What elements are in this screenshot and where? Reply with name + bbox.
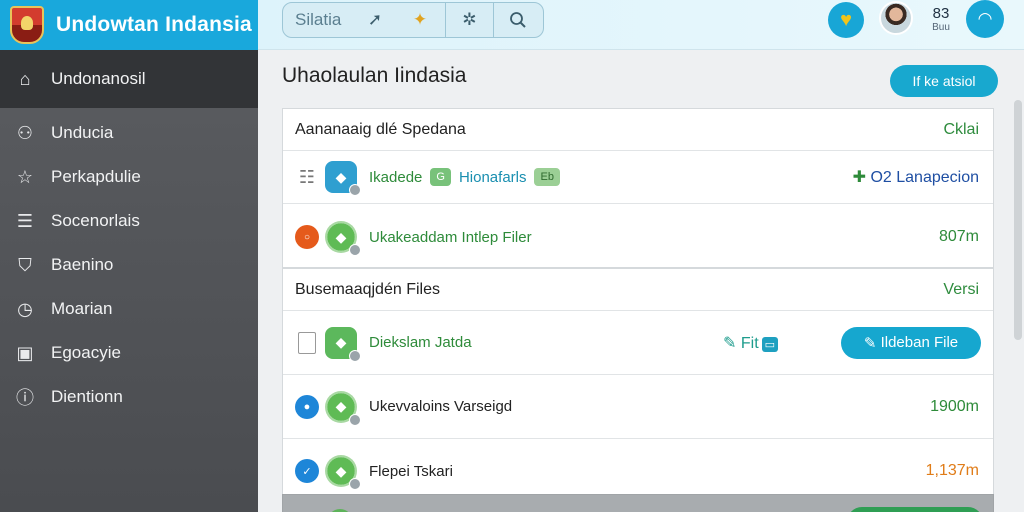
- section-panel-2: Busemaaqjdén Files Versi ◆ Diekslam Jatd…: [282, 268, 994, 512]
- section-header: Busemaaqjdén Files Versi: [283, 269, 993, 311]
- crest-logo-icon: [10, 6, 44, 44]
- app-icon: ◆: [325, 390, 361, 426]
- document-icon: ☷: [298, 166, 316, 187]
- row-status-text: O2 Lanapecion: [870, 169, 979, 186]
- sidebar-item-moarian[interactable]: ◷ Moarian: [0, 287, 258, 331]
- home-icon: ⌂: [19, 68, 31, 89]
- user-count: 83: [932, 5, 950, 22]
- arrow-icon[interactable]: ➚: [355, 3, 395, 37]
- sidebar: ⌂ Undonanosil ⚇ Unducia ☆ Perkapdulie ☰ …: [0, 50, 258, 512]
- sidebar-item-egoacyie[interactable]: ▣ Egoacyie: [0, 331, 258, 375]
- app-title: Undowtan Indansia: [56, 13, 252, 36]
- badge-icon: [349, 413, 361, 426]
- top-action-button[interactable]: If ke atsiol: [890, 65, 998, 97]
- search-input[interactable]: Silatia: [283, 10, 355, 30]
- fit-label: Fit: [740, 334, 759, 352]
- badge-icon: [349, 244, 361, 256]
- status-dot-icon: ○: [295, 225, 319, 249]
- badge-icon: [349, 349, 361, 362]
- row-size: 807m: [938, 228, 979, 245]
- section-header: Aananaaig dlé Spedana Cklai: [283, 109, 993, 151]
- sidebar-item-baenino[interactable]: ⛉ Baenino: [0, 243, 258, 287]
- upload-file-button[interactable]: ✎ Ildeban File: [841, 326, 981, 359]
- star-icon: ☆: [16, 166, 34, 187]
- page-title: Uhaolaulan Iindasia: [282, 64, 467, 87]
- sidebar-item-label: Socenorlais: [51, 211, 140, 230]
- sidebar-item-label: Egoacyie: [51, 343, 121, 362]
- heart-icon[interactable]: ♥: [828, 2, 864, 38]
- section-header-action[interactable]: Cklai: [943, 121, 979, 139]
- section-header-label: Busemaaqjdén Files: [295, 280, 440, 298]
- app-icon: ◆: [325, 455, 361, 490]
- sidebar-header-label: Undonanosil: [51, 69, 146, 88]
- tag: G: [430, 168, 451, 186]
- user-icon: ⚇: [16, 122, 34, 143]
- gear-icon[interactable]: ✲: [445, 3, 493, 37]
- toolbar: Silatia ➚ ✦ ✲: [282, 2, 544, 38]
- section-header-action[interactable]: Versi: [943, 281, 979, 299]
- file-icon: [298, 331, 316, 354]
- app-icon: ◆: [325, 221, 361, 256]
- shield-icon: ⛉: [18, 254, 32, 275]
- list-item[interactable]: ☷ ◆ Ikadede G Hionafarls Eb ✚ O2 Lanapec…: [283, 151, 993, 204]
- avatar[interactable]: [879, 1, 913, 35]
- action-button[interactable]: [847, 507, 983, 512]
- clock-icon: ◷: [17, 298, 33, 319]
- brand-header: Undowtan Indansia: [0, 0, 258, 50]
- sidebar-item-label: Moarian: [51, 299, 113, 318]
- pencil-icon: ✎: [863, 334, 881, 352]
- pin-icon: ✚: [852, 169, 871, 186]
- sidebar-item-unducia[interactable]: ⚇ Unducia: [0, 111, 258, 155]
- row-label: Ukakeaddam Intlep Filer: [369, 228, 532, 246]
- status-dot-icon: ●: [295, 394, 319, 419]
- sidebar-item-socenorlais[interactable]: ☰ Socenorlais: [0, 199, 258, 243]
- list-item[interactable]: ○ ◆ Ukakeaddam Intlep Filer 807m: [283, 204, 993, 270]
- app-icon: ◆: [325, 161, 361, 196]
- sidebar-item-label: Perkapdulie: [51, 167, 141, 186]
- badge-icon: [349, 184, 361, 196]
- row-status: ✚ O2 Lanapecion: [853, 167, 979, 187]
- row-size: 1,137m: [925, 462, 979, 479]
- sidebar-header[interactable]: ⌂ Undonanosil: [0, 50, 258, 108]
- app-icon: ◆: [325, 326, 361, 362]
- image-icon: ▭: [761, 336, 779, 352]
- row-label: Diekslam Jatda: [369, 334, 472, 351]
- scrollbar[interactable]: [1014, 100, 1022, 340]
- section-panel-1: Aananaaig dlé Spedana Cklai ☷ ◆ Ikadede …: [282, 108, 994, 268]
- search-icon[interactable]: [493, 3, 541, 37]
- box-icon: ▣: [16, 342, 34, 363]
- row-label: Ukevvaloins Varseigd: [369, 398, 513, 415]
- row-size: 1900m: [930, 397, 979, 415]
- fit-indicator[interactable]: ✎ Fit ▭: [723, 333, 779, 353]
- sidebar-item-label: Dientionn: [51, 387, 123, 406]
- tag: Eb: [534, 168, 560, 186]
- user-meta: 83 Buu: [926, 5, 956, 33]
- list-icon: ☰: [16, 210, 34, 231]
- sidebar-item-label: Unducia: [51, 123, 114, 142]
- button-label: Ildeban File: [880, 334, 959, 351]
- row-label: Flepei Tskari: [369, 462, 453, 480]
- pin-icon: ✎: [723, 334, 741, 352]
- user-sub: Buu: [932, 22, 950, 33]
- section-panel-3: [282, 494, 994, 512]
- status-dot-icon: ✓: [295, 459, 319, 483]
- sidebar-item-dientionn[interactable]: ⓘ Dientionn: [0, 375, 258, 419]
- list-item[interactable]: ● ◆ Ukevvaloins Varseigd 1900m: [283, 375, 993, 439]
- help-icon[interactable]: ◠: [966, 0, 1004, 38]
- main-content: Uhaolaulan Iindasia If ke atsiol Aananaa…: [258, 50, 1024, 512]
- sidebar-item-label: Baenino: [51, 255, 114, 274]
- list-item[interactable]: ◆ Diekslam Jatda ✎ Fit ▭ ✎ Ildeban File: [283, 311, 993, 375]
- info-icon: ⓘ: [16, 388, 34, 408]
- badge-icon: [349, 478, 361, 490]
- pin-icon[interactable]: ✦: [395, 3, 445, 37]
- sidebar-item-perkapdulie[interactable]: ☆ Perkapdulie: [0, 155, 258, 199]
- top-bar: Silatia ➚ ✦ ✲ ♥ 83 Buu ◠: [258, 0, 1024, 50]
- section-header-label: Aananaaig dlé Spedana: [295, 120, 466, 138]
- row-label: Ikadede: [369, 168, 423, 186]
- row-sublabel: Hionafarls: [458, 168, 527, 186]
